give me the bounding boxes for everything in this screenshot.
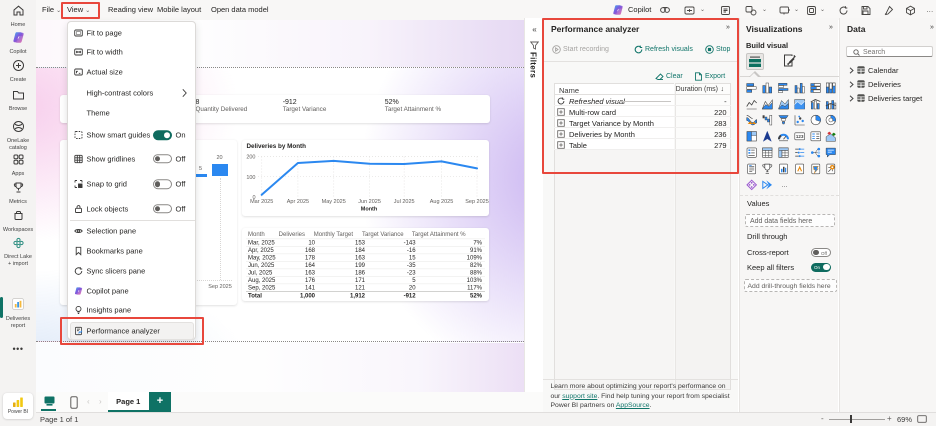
svg-text:178: 178 [305, 256, 316, 262]
svg-text:168: 168 [305, 248, 316, 254]
svg-text:-143: -143 [404, 241, 417, 247]
svg-text:163: 163 [305, 271, 316, 277]
svg-text:Jul 2025: Jul 2025 [394, 199, 415, 205]
svg-text:10: 10 [308, 241, 315, 247]
svg-text:5: 5 [412, 278, 416, 284]
svg-text:121: 121 [355, 286, 366, 292]
svg-text:Mar, 2025: Mar, 2025 [248, 241, 275, 247]
svg-text:199: 199 [355, 263, 366, 269]
svg-text:Deliveries by Month: Deliveries by Month [247, 143, 307, 150]
svg-text:1,912: 1,912 [350, 294, 366, 300]
svg-text:Mar 2025: Mar 2025 [250, 199, 273, 205]
svg-text:109%: 109% [467, 256, 483, 262]
svg-text:186: 186 [355, 271, 366, 277]
svg-text:Total: Total [248, 294, 262, 300]
svg-text:Jun 2025: Jun 2025 [358, 199, 381, 205]
svg-text:153: 153 [355, 241, 366, 247]
svg-text:171: 171 [355, 278, 366, 284]
svg-text:141: 141 [305, 286, 316, 292]
svg-text:-16: -16 [407, 248, 416, 254]
svg-text:184: 184 [355, 248, 366, 254]
svg-text:May 2025: May 2025 [322, 199, 346, 205]
svg-text:Aug, 2025: Aug, 2025 [248, 278, 276, 284]
svg-text:Sep, 2025: Sep, 2025 [248, 286, 276, 292]
svg-text:123: 123 [796, 134, 804, 139]
svg-text:…: … [782, 183, 788, 189]
svg-text:Apr, 2025: Apr, 2025 [248, 248, 274, 254]
svg-text:176: 176 [305, 278, 316, 284]
svg-text:May, 2025: May, 2025 [248, 256, 276, 262]
svg-text:Month: Month [361, 206, 378, 212]
svg-text:200: 200 [246, 154, 255, 160]
svg-text:Jun, 2025: Jun, 2025 [248, 263, 275, 269]
svg-text:164: 164 [305, 263, 316, 269]
svg-text:Target Variance: Target Variance [362, 232, 404, 238]
svg-text:Sep 2025: Sep 2025 [465, 199, 489, 205]
svg-text:20: 20 [409, 286, 416, 292]
svg-text:82%: 82% [470, 263, 483, 269]
svg-text:103%: 103% [467, 278, 483, 284]
svg-text:7%: 7% [473, 241, 482, 247]
svg-text:100: 100 [246, 174, 255, 180]
svg-text:-23: -23 [407, 271, 416, 277]
svg-text:91%: 91% [470, 248, 483, 254]
svg-text:Monthly Target: Monthly Target [314, 232, 354, 238]
svg-text:15: 15 [409, 256, 416, 262]
svg-text:Jul, 2025: Jul, 2025 [248, 271, 273, 277]
svg-text:88%: 88% [470, 271, 483, 277]
svg-text:Month: Month [248, 232, 265, 238]
svg-text:117%: 117% [467, 286, 483, 292]
svg-text:-912: -912 [404, 294, 417, 300]
svg-text:Deliveries: Deliveries [279, 232, 305, 238]
svg-text:Target Attainment %: Target Attainment % [412, 232, 466, 238]
svg-text:1,000: 1,000 [300, 294, 316, 300]
svg-text:Aug 2025: Aug 2025 [430, 199, 454, 205]
svg-text:-35: -35 [407, 263, 416, 269]
svg-text:163: 163 [355, 256, 366, 262]
svg-text:52%: 52% [470, 294, 483, 300]
svg-text:Apr 2025: Apr 2025 [287, 199, 309, 205]
